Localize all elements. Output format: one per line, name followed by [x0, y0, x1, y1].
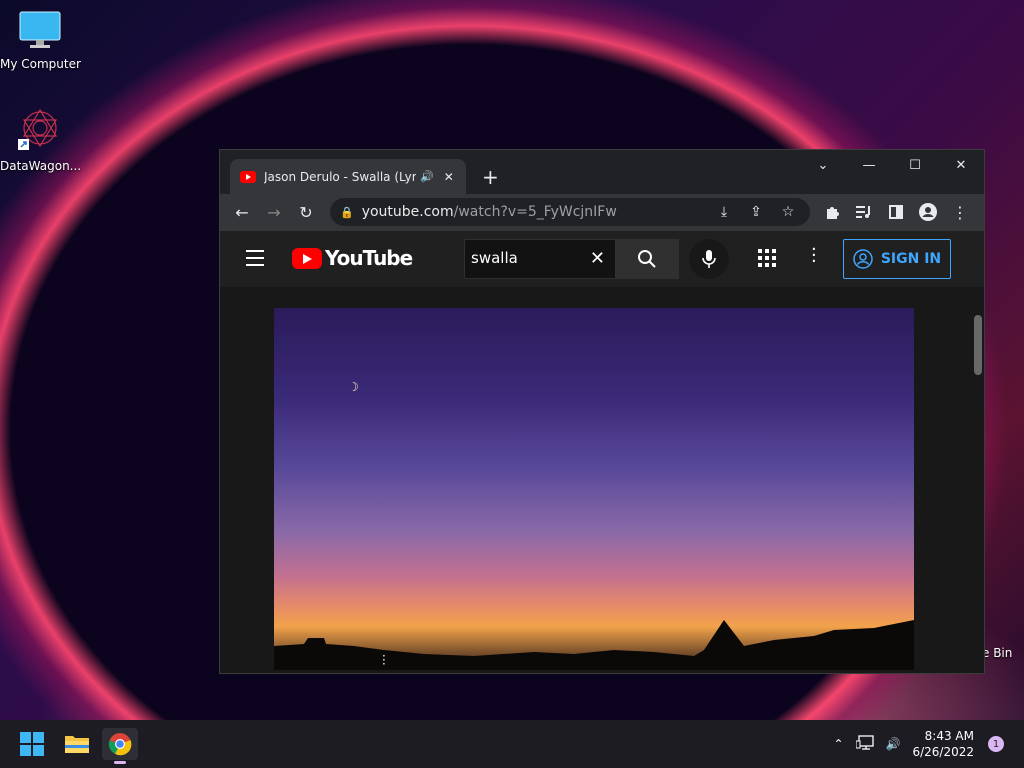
browser-window[interactable]: Jason Derulo - Swalla (Lyrics) 🔊 ✕ + ⌄ —…	[219, 149, 985, 674]
lock-icon[interactable]: 🔒	[340, 206, 354, 219]
video-player[interactable]: ☽ · · ·	[274, 308, 914, 670]
maximize-button[interactable]: ☐	[892, 150, 938, 180]
desktop-icon-datawagon[interactable]: DataWagon...	[0, 106, 82, 173]
share-icon[interactable]: ⇪	[740, 204, 772, 220]
chrome-taskbar-button[interactable]	[102, 728, 138, 764]
browser-menu-icon[interactable]: ⋮	[944, 197, 976, 227]
back-button[interactable]: ←	[226, 198, 258, 228]
bookmark-star-icon[interactable]: ☆	[772, 204, 804, 220]
close-tab-icon[interactable]: ✕	[444, 170, 454, 184]
minimize-button[interactable]: —	[846, 150, 892, 180]
file-explorer-button[interactable]	[59, 728, 95, 760]
window-controls: ⌄ — ☐ ✕	[800, 150, 984, 180]
taskbar: ⌃ 🔊 8:43 AM 6/26/2022 1	[0, 720, 1024, 768]
desktop-icon-label: DataWagon...	[0, 159, 82, 173]
close-window-button[interactable]: ✕	[938, 150, 984, 180]
city-silhouette	[274, 620, 914, 670]
search-icon	[638, 250, 656, 268]
media-control-icon[interactable]	[848, 197, 880, 227]
speaker-icon[interactable]: 🔊	[420, 170, 434, 183]
account-circle-icon	[853, 249, 873, 269]
youtube-header: YouTube swalla ✕ · · · SIGN IN	[220, 231, 984, 287]
clock-time: 8:43 AM	[924, 729, 974, 743]
windows-logo-icon	[20, 732, 44, 756]
search-input-value: swalla	[471, 249, 518, 267]
clear-search-icon[interactable]: ✕	[590, 248, 605, 269]
forward-button[interactable]: →	[258, 198, 290, 228]
url-path: /watch?v=5_FyWcjnIFw	[453, 204, 617, 220]
url-host: youtube.com	[361, 204, 454, 220]
hamburger-menu-icon[interactable]	[246, 250, 264, 271]
notification-badge[interactable]: 1	[988, 736, 1004, 752]
youtube-apps-grid-icon[interactable]	[758, 249, 776, 271]
datawagon-logo-icon	[0, 106, 80, 155]
side-panel-icon[interactable]	[880, 197, 912, 227]
active-app-indicator	[114, 761, 126, 764]
monitor-icon	[0, 10, 80, 53]
new-tab-button[interactable]: +	[482, 165, 499, 189]
tab-search-icon[interactable]: ⌄	[800, 150, 846, 180]
start-button[interactable]	[14, 728, 50, 760]
folder-icon	[65, 736, 89, 753]
desktop-icon-my-computer[interactable]: My Computer	[0, 10, 81, 71]
search-button[interactable]	[615, 239, 679, 279]
voice-search-button[interactable]	[689, 239, 729, 279]
moon-crescent: ☽	[348, 380, 359, 394]
youtube-favicon-icon	[240, 170, 256, 183]
recycle-bin-label[interactable]: e Bin	[982, 646, 1012, 660]
video-menu-dots-icon[interactable]: · · ·	[382, 650, 386, 670]
profile-icon[interactable]	[912, 197, 944, 227]
show-hidden-icons-chevron-icon[interactable]: ⌃	[833, 737, 843, 751]
install-app-icon[interactable]: ⤓	[708, 204, 740, 220]
clock[interactable]: 8:43 AM 6/26/2022	[912, 728, 974, 760]
microphone-icon	[702, 250, 716, 268]
reload-button[interactable]: ↻	[290, 198, 322, 228]
sign-in-label: SIGN IN	[880, 251, 942, 267]
search-input[interactable]: swalla ✕	[464, 239, 616, 279]
youtube-settings-dots-icon[interactable]: · · ·	[811, 241, 817, 271]
browser-tab[interactable]: Jason Derulo - Swalla (Lyrics) 🔊 ✕	[230, 159, 466, 194]
page-content: YouTube swalla ✕ · · · SIGN IN ☽ · · ·	[220, 231, 984, 673]
youtube-logo-text: YouTube	[325, 246, 413, 270]
tab-title: Jason Derulo - Swalla (Lyrics)	[264, 169, 416, 184]
clock-date: 6/26/2022	[912, 745, 974, 759]
address-bar[interactable]: 🔒 youtube.com/watch?v=5_FyWcjnIFw ⤓ ⇪ ☆	[330, 198, 810, 226]
tab-strip: Jason Derulo - Swalla (Lyrics) 🔊 ✕ + ⌄ —…	[220, 150, 984, 194]
sign-in-button[interactable]: SIGN IN	[843, 239, 951, 279]
desktop-icon-label: My Computer	[0, 57, 81, 71]
youtube-logo[interactable]: YouTube	[292, 246, 413, 270]
system-tray: ⌃ 🔊 8:43 AM 6/26/2022 1	[833, 720, 1024, 768]
browser-toolbar: ← → ↻ 🔒 youtube.com/watch?v=5_FyWcjnIFw …	[220, 194, 984, 231]
page-scrollbar[interactable]	[974, 315, 982, 375]
volume-icon[interactable]: 🔊	[886, 737, 901, 751]
network-icon[interactable]	[855, 734, 874, 754]
extensions-puzzle-icon[interactable]	[816, 197, 848, 227]
youtube-play-icon	[292, 247, 322, 269]
chrome-icon	[108, 733, 132, 756]
